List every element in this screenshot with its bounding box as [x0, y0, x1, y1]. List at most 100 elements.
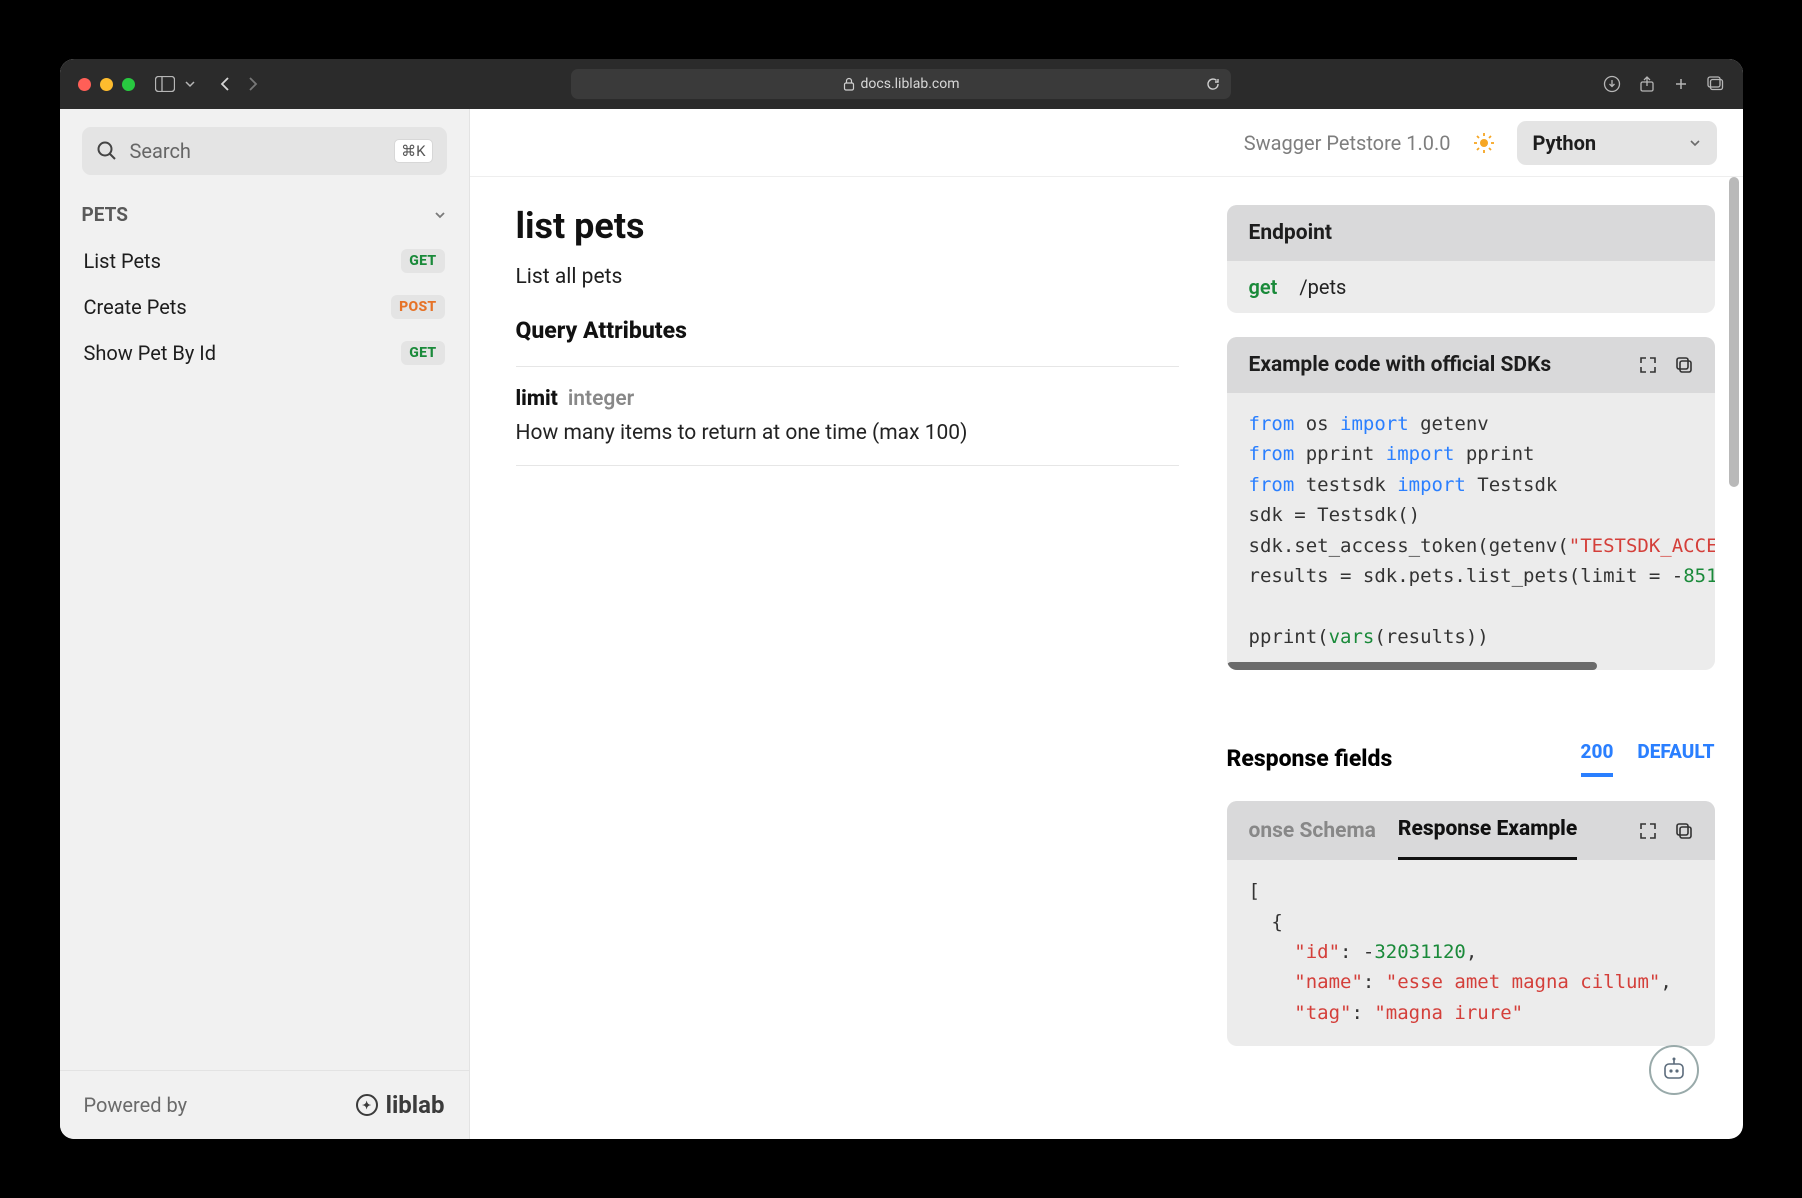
- code-token: : -: [1340, 941, 1374, 963]
- liblab-mark-icon: ✦: [356, 1094, 378, 1116]
- sidebar: Search ⌘K PETS List Pets GET Create Pets…: [60, 109, 470, 1139]
- scrollbar-horizontal[interactable]: [1227, 662, 1598, 670]
- http-path: /pets: [1299, 275, 1346, 299]
- chat-bot-icon: [1660, 1056, 1688, 1084]
- scrollbar-vertical[interactable]: [1729, 177, 1739, 487]
- http-method: get: [1249, 275, 1278, 299]
- sidebar-section-label: PETS: [82, 203, 128, 226]
- example-code-body[interactable]: from os import getenv from pprint import…: [1227, 393, 1715, 670]
- code-token: Testsdk: [1466, 474, 1558, 496]
- sidebar-item-show-pet-by-id[interactable]: Show Pet By Id GET: [74, 330, 455, 376]
- code-token: from: [1249, 413, 1295, 435]
- example-code-head: Example code with official SDKs: [1227, 337, 1715, 393]
- tab-200[interactable]: 200: [1581, 740, 1614, 777]
- code-token: import: [1340, 413, 1409, 435]
- code-token: [: [1249, 880, 1260, 902]
- sidebar-toggle-icon[interactable]: [155, 76, 175, 92]
- response-fields-heading: Response fields: [1227, 745, 1393, 772]
- main: Swagger Petstore 1.0.0 Python list pets …: [470, 109, 1743, 1139]
- search-placeholder: Search: [130, 139, 191, 163]
- code-token: sdk = Testsdk(): [1249, 504, 1421, 526]
- code-token: sdk.set_access_token(getenv(: [1249, 535, 1569, 557]
- liblab-brand-text: liblab: [386, 1091, 445, 1119]
- browser-titlebar: docs.liblab.com: [60, 59, 1743, 109]
- code-token: 32031120: [1374, 941, 1466, 963]
- reload-icon[interactable]: [1205, 76, 1221, 92]
- examples-column: Endpoint get /pets Example code with off…: [1227, 205, 1715, 1139]
- response-example-body[interactable]: [ { "id": -32031120, "name": "esse amet …: [1227, 860, 1715, 1046]
- back-icon[interactable]: [219, 76, 231, 92]
- expand-icon[interactable]: [1639, 822, 1657, 840]
- chevron-down-icon: [433, 208, 447, 222]
- example-code-card: Example code with official SDKs from os: [1227, 337, 1715, 670]
- sidebar-footer: Powered by ✦ liblab: [60, 1070, 469, 1139]
- share-icon[interactable]: [1639, 75, 1655, 93]
- code-token: ,: [1660, 971, 1671, 993]
- code-token: "magna irure": [1374, 1002, 1523, 1024]
- forward-icon[interactable]: [247, 76, 259, 92]
- code-token: "esse amet magna cillum": [1386, 971, 1661, 993]
- liblab-logo[interactable]: ✦ liblab: [356, 1091, 445, 1119]
- search-icon: [96, 140, 118, 162]
- code-token: getenv: [1409, 413, 1489, 435]
- code-token: "name": [1294, 971, 1363, 993]
- maximize-icon[interactable]: [122, 78, 135, 91]
- code-token: import: [1386, 443, 1455, 465]
- powered-by-text: Powered by: [84, 1093, 188, 1117]
- attribute-name: limit: [516, 387, 558, 411]
- tabs-overview-icon[interactable]: [1707, 76, 1725, 92]
- topbar: Swagger Petstore 1.0.0 Python: [470, 109, 1743, 177]
- search-input[interactable]: Search ⌘K: [82, 127, 447, 175]
- code-token: :: [1351, 1002, 1374, 1024]
- expand-icon[interactable]: [1639, 356, 1657, 374]
- address-bar[interactable]: docs.liblab.com: [571, 69, 1231, 99]
- sidebar-item-label: List Pets: [84, 249, 161, 273]
- code-token: "id": [1294, 941, 1340, 963]
- endpoint-card: Endpoint get /pets: [1227, 205, 1715, 313]
- code-token: import: [1397, 474, 1466, 496]
- code-token: pprint: [1454, 443, 1534, 465]
- code-token: {: [1249, 911, 1283, 933]
- attribute-type: integer: [568, 387, 634, 411]
- response-status-tabs: 200 DEFAULT: [1581, 740, 1715, 777]
- tab-default[interactable]: DEFAULT: [1637, 740, 1714, 777]
- window-controls: [78, 78, 135, 91]
- url-text: docs.liblab.com: [861, 76, 960, 92]
- code-token: "tag": [1294, 1002, 1351, 1024]
- code-token: pprint: [1294, 443, 1386, 465]
- sidebar-item-list-pets[interactable]: List Pets GET: [74, 238, 455, 284]
- tab-response-schema[interactable]: onse Schema: [1249, 803, 1376, 859]
- chat-fab[interactable]: [1649, 1045, 1699, 1095]
- language-select-value: Python: [1533, 131, 1597, 155]
- copy-icon[interactable]: [1675, 822, 1693, 840]
- content: list pets List all pets Query Attributes…: [470, 177, 1743, 1139]
- downloads-icon[interactable]: [1603, 75, 1621, 93]
- endpoint-card-title: Endpoint: [1249, 221, 1333, 245]
- minimize-icon[interactable]: [100, 78, 113, 91]
- tab-response-example[interactable]: Response Example: [1398, 801, 1577, 860]
- close-icon[interactable]: [78, 78, 91, 91]
- theme-toggle-icon[interactable]: [1473, 132, 1495, 154]
- method-badge: GET: [401, 341, 444, 365]
- attribute-row: limit integer How many items to return a…: [516, 367, 1179, 465]
- code-token: os: [1294, 413, 1340, 435]
- code-token: pprint(: [1249, 626, 1329, 648]
- code-token: ,: [1466, 941, 1477, 963]
- code-token: 85104323: [1683, 565, 1714, 587]
- sidebar-section-pets[interactable]: PETS: [60, 181, 469, 234]
- copy-icon[interactable]: [1675, 356, 1693, 374]
- language-select[interactable]: Python: [1517, 121, 1717, 165]
- code-token: (results)): [1374, 626, 1488, 648]
- page-title: list pets: [516, 205, 1179, 247]
- chevron-down-icon[interactable]: [185, 79, 195, 89]
- app-body: Search ⌘K PETS List Pets GET Create Pets…: [60, 109, 1743, 1139]
- sidebar-item-create-pets[interactable]: Create Pets POST: [74, 284, 455, 330]
- api-name: Swagger Petstore 1.0.0: [1244, 131, 1451, 155]
- browser-window: docs.liblab.com: [60, 59, 1743, 1139]
- method-badge: GET: [401, 249, 444, 273]
- response-fields-header: Response fields 200 DEFAULT: [1227, 740, 1715, 777]
- endpoint-card-head: Endpoint: [1227, 205, 1715, 261]
- new-tab-icon[interactable]: [1673, 76, 1689, 92]
- query-attributes-heading: Query Attributes: [516, 317, 1179, 344]
- attribute-description: How many items to return at one time (ma…: [516, 421, 1179, 445]
